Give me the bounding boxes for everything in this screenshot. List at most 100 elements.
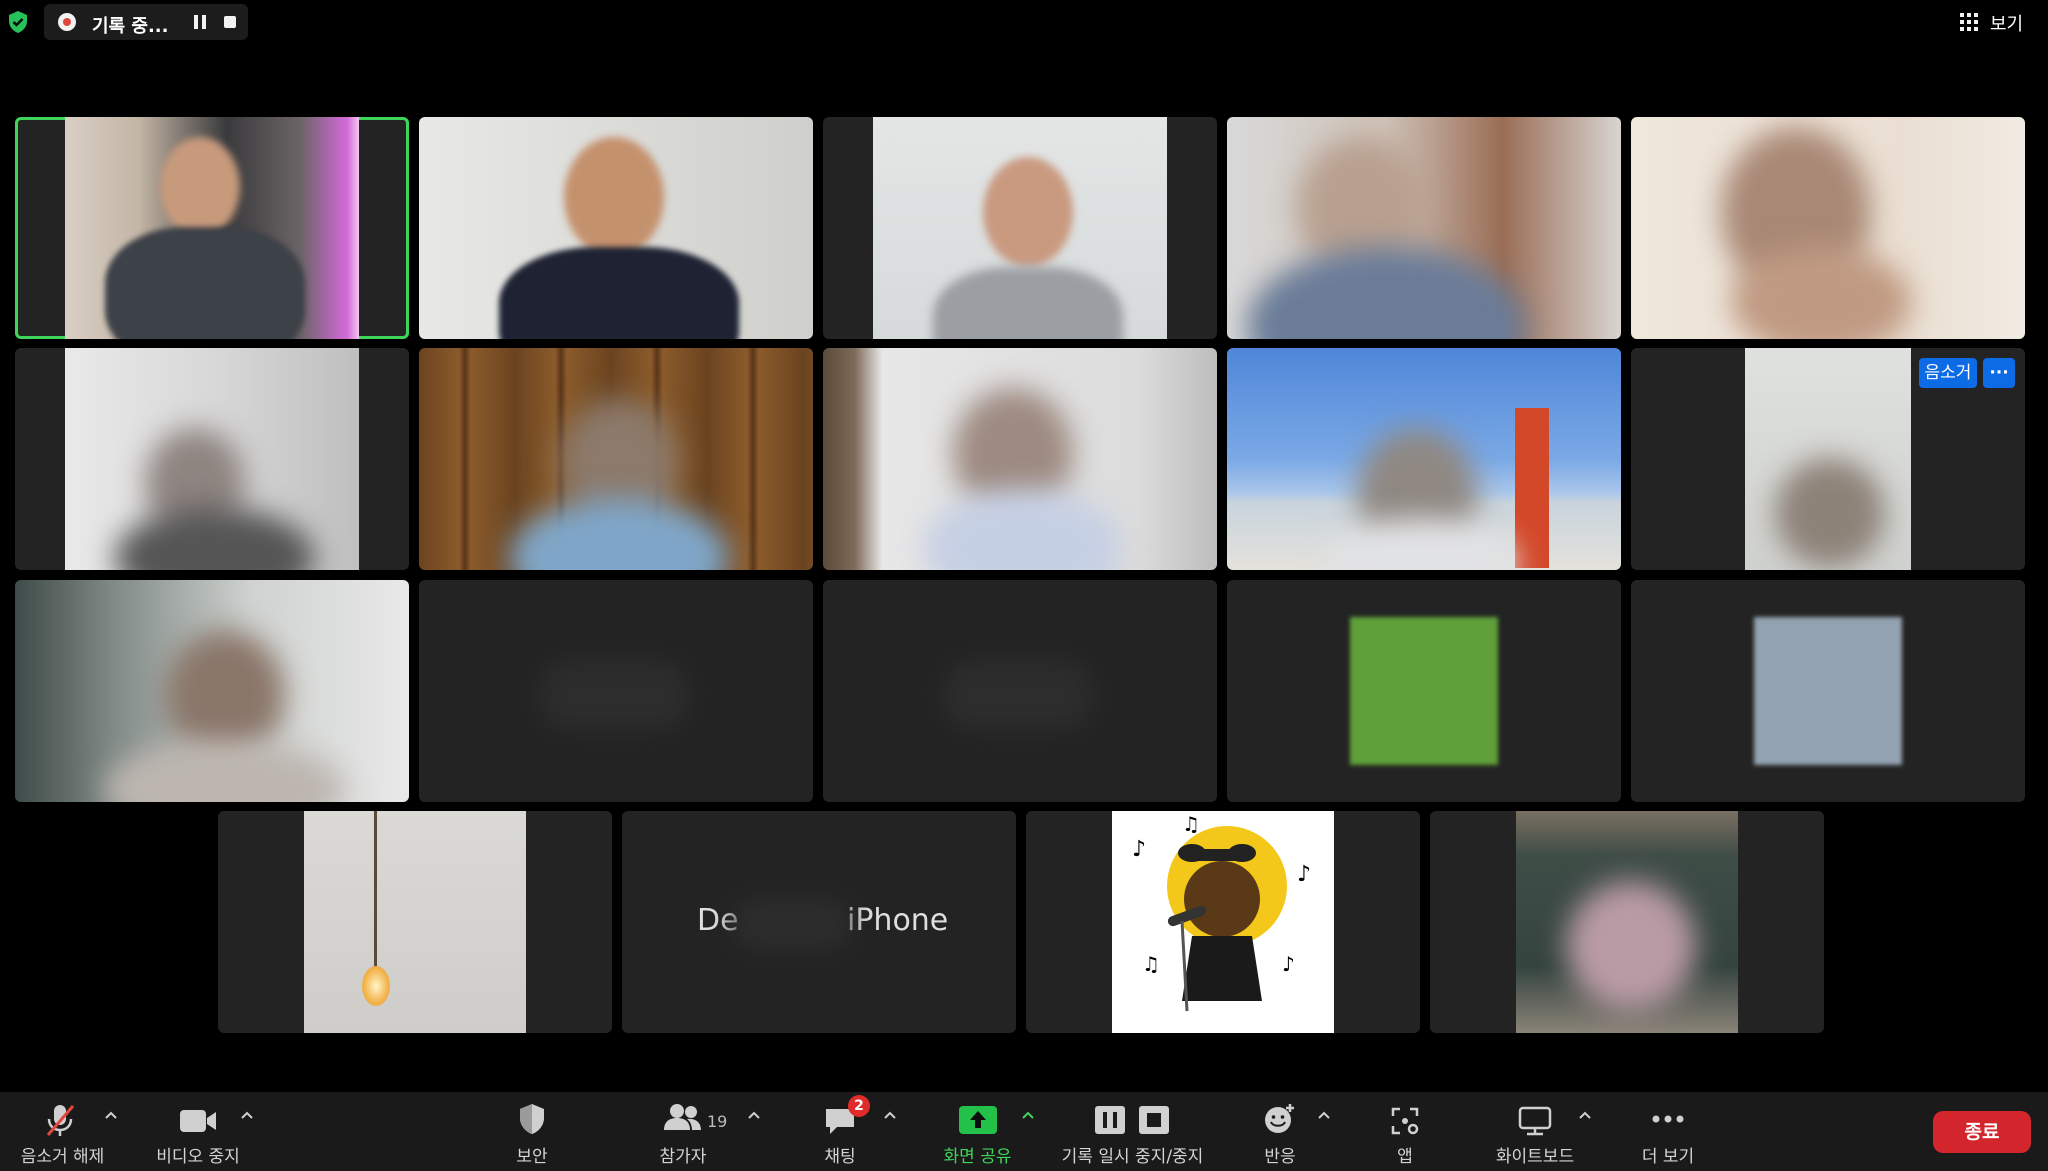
avatar <box>1754 617 1902 765</box>
more-label: 더 보기 <box>1641 1147 1695 1167</box>
chat-unread-badge: 2 <box>848 1095 870 1117</box>
body <box>923 488 1123 570</box>
video-options-chevron-icon[interactable] <box>240 1110 254 1120</box>
record-icon <box>58 13 76 31</box>
participant-tile-12[interactable] <box>419 580 813 802</box>
end-meeting-button[interactable]: 종료 <box>1933 1111 2031 1153</box>
avatar <box>1350 617 1498 765</box>
pause-stop-recording-button[interactable]: 기록 일시 중지/중지 <box>1050 1092 1215 1171</box>
view-button[interactable]: 보기 <box>1952 6 2040 38</box>
participant-video <box>419 117 813 339</box>
body <box>105 227 305 339</box>
participant-tile-3[interactable] <box>823 117 1217 339</box>
share-screen-label: 화면 공유 <box>943 1147 1012 1167</box>
whiteboard-options-chevron-icon[interactable] <box>1578 1110 1592 1120</box>
participant-tile-8[interactable] <box>823 348 1217 570</box>
share-screen-arrow-icon <box>958 1106 997 1134</box>
share-options-chevron-icon[interactable] <box>1021 1110 1035 1120</box>
participant-tile-14[interactable] <box>1227 580 1621 802</box>
grid-view-icon <box>1960 13 1978 31</box>
svg-text:♫: ♫ <box>1182 812 1200 836</box>
audio-options-chevron-icon[interactable] <box>104 1110 118 1120</box>
participant-tile-6[interactable] <box>15 348 409 570</box>
chat-options-chevron-icon[interactable] <box>883 1110 897 1120</box>
body <box>499 247 739 339</box>
participant-tile-9[interactable] <box>1227 348 1621 570</box>
lamp-cord <box>374 811 377 971</box>
recording-indicator: 기록 중... <box>44 4 248 40</box>
participant-video <box>65 348 359 570</box>
participant-video <box>823 348 1217 570</box>
security-button[interactable]: 보안 <box>492 1092 572 1171</box>
more-button[interactable]: 더 보기 <box>1628 1092 1708 1171</box>
participant-image: ♪ ♪ ♫ ♫ ♪ <box>1112 811 1334 1033</box>
participant-tile-16[interactable] <box>218 811 612 1033</box>
participant-video <box>304 811 526 1033</box>
participant-tile-2[interactable] <box>419 117 813 339</box>
participant-video <box>419 348 813 570</box>
participant-tile-11[interactable] <box>15 580 409 802</box>
video-camera-icon <box>180 1110 216 1132</box>
meeting-top-bar: 기록 중... 보기 <box>0 0 2048 44</box>
participants-label: 참가자 <box>659 1147 707 1167</box>
participants-icon <box>664 1104 701 1130</box>
pause-stop-recording-label: 기록 일시 중지/중지 <box>1061 1147 1204 1167</box>
more-dots-icon <box>1652 1115 1684 1123</box>
apps-button[interactable]: 앱 <box>1365 1092 1445 1171</box>
participant-tile-4[interactable] <box>1227 117 1621 339</box>
whiteboard-button[interactable]: 화이트보드 <box>1490 1092 1580 1171</box>
participant-tile-7[interactable] <box>419 348 813 570</box>
participants-button[interactable]: 19 참가자 <box>633 1092 733 1171</box>
mute-badge[interactable]: 음소거 <box>1919 358 1977 388</box>
reactions-button[interactable]: 반응 <box>1240 1092 1320 1171</box>
blurred-name <box>539 660 689 730</box>
meeting-toolbar: 음소거 해제 비디오 중지 보안 19 참가자 2 채팅 화면 공유 기록 일시… <box>0 1092 2048 1171</box>
unmute-label: 음소거 해제 <box>20 1147 105 1167</box>
participants-count: 19 <box>707 1112 728 1131</box>
stop-recording-icon[interactable] <box>224 16 236 28</box>
singing-character-illustration: ♪ ♪ ♫ ♫ ♪ <box>1132 812 1311 1012</box>
participant-video <box>15 580 409 802</box>
more-options-button[interactable]: ··· <box>1983 358 2015 388</box>
body <box>1247 247 1527 339</box>
participant-name-end: iPhone <box>847 903 949 938</box>
shield-check-icon[interactable] <box>6 10 30 34</box>
participant-tile-19[interactable] <box>1430 811 1824 1033</box>
unmute-button[interactable]: 음소거 해제 <box>0 1092 125 1171</box>
svg-text:♪: ♪ <box>1297 862 1311 887</box>
stop-video-button[interactable]: 비디오 중지 <box>138 1092 258 1171</box>
body <box>933 267 1123 339</box>
shield-icon <box>520 1104 544 1134</box>
blurred-name <box>943 660 1093 730</box>
participants-options-chevron-icon[interactable] <box>747 1110 761 1120</box>
body <box>115 508 315 570</box>
participant-tile-1[interactable] <box>15 117 409 339</box>
blurred-name <box>732 899 852 949</box>
chat-button[interactable]: 2 채팅 <box>800 1092 880 1171</box>
participant-tile-18[interactable]: ♪ ♪ ♫ ♫ ♪ <box>1026 811 1420 1033</box>
recording-label: 기록 중... <box>92 16 169 37</box>
participant-tile-15[interactable] <box>1631 580 2025 802</box>
participant-video <box>1227 117 1621 339</box>
participant-tile-13[interactable] <box>823 580 1217 802</box>
lighthouse <box>1515 408 1549 568</box>
people <box>1566 881 1696 1011</box>
microphone-muted-icon <box>46 1105 75 1136</box>
reactions-options-chevron-icon[interactable] <box>1317 1110 1331 1120</box>
apps-label: 앱 <box>1397 1147 1413 1167</box>
body <box>1327 518 1517 570</box>
participant-video <box>1227 348 1621 570</box>
participant-tile-5[interactable] <box>1631 117 2025 339</box>
participant-video <box>1516 811 1738 1033</box>
body <box>105 740 345 802</box>
pause-stop-recording-icon <box>1094 1106 1169 1134</box>
apps-icon <box>1391 1107 1419 1135</box>
svg-text:♫: ♫ <box>1142 952 1160 976</box>
share-screen-button[interactable]: 화면 공유 <box>935 1092 1020 1171</box>
face <box>160 137 240 237</box>
participant-tile-10[interactable]: 음소거 ··· <box>1631 348 2025 570</box>
pause-recording-icon[interactable] <box>191 13 209 31</box>
face <box>983 157 1073 267</box>
participant-tile-17[interactable]: De iPhone <box>622 811 1016 1033</box>
view-label: 보기 <box>1990 14 2024 35</box>
